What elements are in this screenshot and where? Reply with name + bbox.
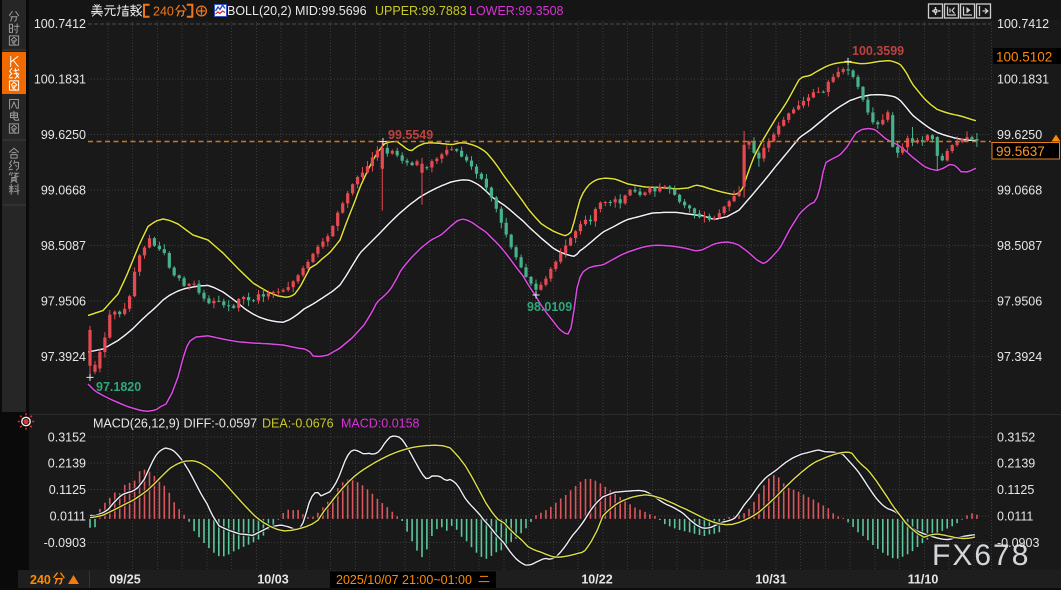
svg-text:UPPER:99.7883: UPPER:99.7883 <box>375 4 467 18</box>
svg-text:MACD(26,12,9): MACD(26,12,9) <box>93 417 180 431</box>
svg-text:0.2139: 0.2139 <box>48 457 86 471</box>
svg-text:99.5637: 99.5637 <box>996 144 1045 159</box>
svg-text:0.0111: 0.0111 <box>50 510 86 524</box>
svg-text:10/31: 10/31 <box>755 573 786 587</box>
svg-text:97.3924: 97.3924 <box>41 350 86 364</box>
svg-text:100.3599: 100.3599 <box>852 44 904 58</box>
svg-text:240: 240 <box>30 573 51 587</box>
svg-text:100.5102: 100.5102 <box>996 50 1052 65</box>
svg-text:98.0109: 98.0109 <box>527 300 572 314</box>
svg-text:0.1125: 0.1125 <box>49 483 86 497</box>
svg-text:97.3924: 97.3924 <box>997 350 1042 364</box>
svg-text:DEA:-0.0676: DEA:-0.0676 <box>262 417 334 431</box>
svg-text:97.9506: 97.9506 <box>997 295 1042 309</box>
svg-text:09/25: 09/25 <box>109 573 140 587</box>
svg-text:98.5087: 98.5087 <box>997 239 1042 253</box>
svg-text:99.0668: 99.0668 <box>997 184 1042 198</box>
svg-text:MACD:0.0158: MACD:0.0158 <box>341 417 420 431</box>
svg-text:0.2139: 0.2139 <box>997 457 1035 471</box>
svg-text:100.7412: 100.7412 <box>34 17 86 31</box>
svg-text:FX678: FX678 <box>932 539 1030 572</box>
svg-text:99.0668: 99.0668 <box>41 184 86 198</box>
svg-text:DIFF:-0.0597: DIFF:-0.0597 <box>184 417 258 431</box>
svg-text:97.1820: 97.1820 <box>96 380 141 394</box>
svg-text:0.0111: 0.0111 <box>997 510 1033 524</box>
svg-text:BOLL(20,2): BOLL(20,2) <box>227 4 292 18</box>
svg-text:10/03: 10/03 <box>257 573 288 587</box>
svg-text:10/22: 10/22 <box>581 573 612 587</box>
svg-text:99.6250: 99.6250 <box>997 128 1042 142</box>
svg-text:0.3152: 0.3152 <box>997 431 1035 445</box>
svg-text:LOWER:99.3508: LOWER:99.3508 <box>469 4 564 18</box>
svg-text:100.1831: 100.1831 <box>997 73 1049 87</box>
svg-text:97.9506: 97.9506 <box>41 295 86 309</box>
svg-text:-0.0903: -0.0903 <box>44 536 86 550</box>
svg-text:240: 240 <box>153 5 174 19</box>
svg-text:99.5549: 99.5549 <box>388 128 433 142</box>
svg-text:MID:99.5696: MID:99.5696 <box>295 4 367 18</box>
svg-text:11/10: 11/10 <box>908 573 939 587</box>
svg-text:100.7412: 100.7412 <box>997 17 1049 31</box>
svg-text:0.3152: 0.3152 <box>48 431 86 445</box>
svg-text:0.1125: 0.1125 <box>997 483 1034 497</box>
svg-text:98.5087: 98.5087 <box>41 239 86 253</box>
svg-text:99.6250: 99.6250 <box>41 128 86 142</box>
svg-text:100.1831: 100.1831 <box>34 73 86 87</box>
svg-text:2025/10/07 21:00~01:00: 2025/10/07 21:00~01:00 <box>336 573 472 587</box>
